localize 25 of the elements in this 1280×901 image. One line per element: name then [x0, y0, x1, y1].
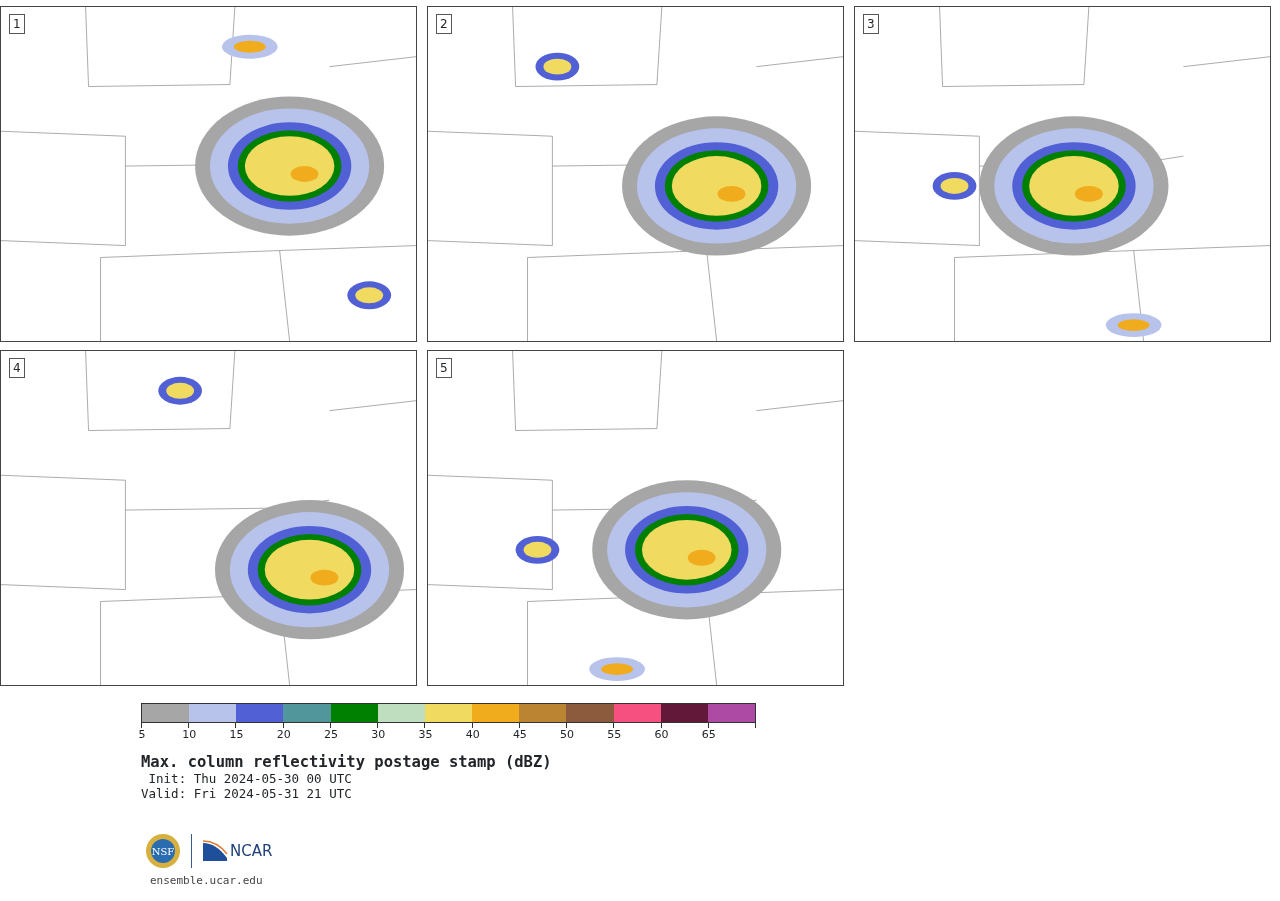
chart-title: Max. column reflectivity postage stamp (dBZ): [141, 753, 553, 771]
panel-number: 5: [436, 358, 452, 378]
panel-number: 4: [9, 358, 25, 378]
tick-label: 30: [371, 729, 386, 741]
tick-label: 60: [654, 729, 669, 741]
tick-label: 55: [607, 729, 622, 741]
init-time: Init: Thu 2024-05-30 00 UTC: [147, 771, 353, 786]
tick-label: 65: [701, 729, 716, 741]
seal-logo: NSF: [145, 833, 181, 869]
panel-number: 3: [863, 14, 879, 34]
tick-label: 35: [418, 729, 433, 741]
tick-label: 15: [229, 729, 244, 741]
tick-label: 40: [465, 729, 480, 741]
tick-label: 20: [276, 729, 291, 741]
tick-label: 5: [138, 729, 146, 741]
tick-label: 50: [560, 729, 575, 741]
valid-time: Valid: Fri 2024-05-31 21 UTC: [141, 786, 353, 801]
tick-label: 45: [512, 729, 527, 741]
website-url: ensemble.ucar.edu: [150, 873, 264, 889]
tick-label: 25: [323, 729, 338, 741]
tick-label: 10: [182, 729, 197, 741]
panel-number: 1: [9, 14, 25, 34]
logo-text: NCAR: [230, 842, 273, 860]
swoosh-logo: [202, 840, 228, 862]
panel-number: 2: [436, 14, 452, 34]
